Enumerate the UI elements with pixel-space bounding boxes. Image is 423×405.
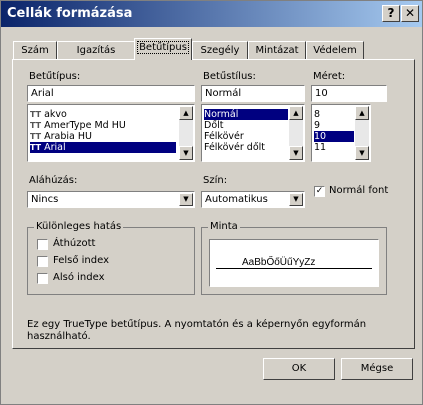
size-list-scrollbar[interactable]: ▲ ▼: [355, 106, 369, 160]
font-list-item[interactable]: TT AmerType Md HU: [30, 120, 176, 131]
preview-title: Minta: [208, 221, 240, 232]
font-list-item[interactable]: TT akvo: [30, 109, 176, 120]
size-label: Méret:: [313, 71, 346, 82]
size-list[interactable]: 8 9 10 11 ▲ ▼: [311, 104, 371, 162]
close-button[interactable]: ✕: [401, 5, 419, 22]
font-input[interactable]: Arial: [27, 85, 195, 102]
color-select[interactable]: Automatikus ▼: [201, 191, 305, 208]
font-label: Betűtípus:: [29, 71, 81, 82]
style-list[interactable]: Normál Dőlt Félkövér Félkövér dőlt ▲ ▼: [201, 104, 305, 162]
underline-value: Nincs: [31, 194, 59, 205]
font-list-item-selected[interactable]: TT Arial: [30, 142, 176, 153]
scroll-up-icon[interactable]: ▲: [179, 106, 193, 120]
ok-button[interactable]: OK: [263, 358, 335, 380]
font-list[interactable]: TT akvo TT AmerType Md HU TT Arabia HU TT Ar…: [27, 104, 195, 162]
preview-text: AaBbŐőÜűYyZz: [238, 257, 320, 268]
style-label: Betűstílus:: [203, 71, 256, 82]
tab-protection[interactable]: Védelem: [306, 41, 364, 59]
title-bar[interactable]: Cellák formázása ? ✕: [1, 1, 422, 27]
font-list-scrollbar[interactable]: ▲ ▼: [179, 106, 193, 160]
size-list-item[interactable]: 11: [314, 142, 354, 153]
size-input[interactable]: 10: [311, 85, 387, 102]
color-label: Szín:: [203, 175, 228, 186]
style-list-item-selected[interactable]: Normál: [204, 109, 288, 120]
normal-font-checkbox[interactable]: ✓: [314, 186, 325, 197]
style-input[interactable]: Normál: [201, 85, 305, 102]
help-button[interactable]: ?: [382, 5, 400, 22]
tab-number[interactable]: Szám: [13, 41, 57, 59]
font-list-item[interactable]: TT Arabia HU: [30, 131, 176, 142]
format-cells-dialog: Cellák formázása ? ✕ Szám Igazítás Betűt…: [0, 0, 423, 405]
chevron-down-icon[interactable]: ▼: [289, 193, 303, 206]
normal-font-label[interactable]: Normál font: [329, 185, 388, 196]
subscript-label[interactable]: Alsó index: [53, 272, 104, 283]
preview-baseline: [216, 268, 372, 269]
tab-border[interactable]: Szegély: [192, 41, 248, 59]
tab-patterns[interactable]: Mintázat: [248, 41, 306, 59]
window-title: Cellák formázása: [7, 6, 133, 21]
underline-select[interactable]: Nincs ▼: [27, 191, 195, 208]
scroll-down-icon[interactable]: ▼: [289, 146, 303, 160]
strikethrough-checkbox[interactable]: [37, 239, 48, 250]
effects-title: Különleges hatás: [34, 221, 124, 232]
preview-box: AaBbŐőÜűYyZz: [209, 239, 379, 287]
scroll-up-icon[interactable]: ▲: [289, 106, 303, 120]
subscript-checkbox[interactable]: [37, 273, 48, 284]
style-list-item[interactable]: Félkövér dőlt: [204, 142, 288, 153]
truetype-icon: TT: [30, 110, 42, 119]
color-value: Automatikus: [205, 194, 268, 205]
scroll-down-icon[interactable]: ▼: [355, 146, 369, 160]
truetype-icon: TT: [30, 132, 42, 141]
tab-strip: Szám Igazítás Betűtípus Szegély Mintázat…: [13, 38, 413, 60]
size-list-item-selected[interactable]: 10: [314, 131, 354, 142]
style-list-item[interactable]: Félkövér: [204, 131, 288, 142]
scroll-up-icon[interactable]: ▲: [355, 106, 369, 120]
style-list-item[interactable]: Dőlt: [204, 120, 288, 131]
style-list-scrollbar[interactable]: ▲ ▼: [289, 106, 303, 160]
cancel-button[interactable]: Mégse: [341, 358, 413, 380]
superscript-checkbox[interactable]: [37, 256, 48, 267]
underline-label: Aláhúzás:: [29, 175, 78, 186]
strikethrough-label[interactable]: Áthúzott: [53, 238, 95, 249]
truetype-icon: TT: [30, 143, 42, 152]
size-list-item[interactable]: 8: [314, 109, 354, 120]
size-list-item[interactable]: 9: [314, 120, 354, 131]
superscript-label[interactable]: Felső index: [53, 255, 109, 266]
tab-font[interactable]: Betűtípus: [134, 38, 192, 60]
truetype-icon: TT: [30, 121, 42, 130]
scroll-down-icon[interactable]: ▼: [179, 146, 193, 160]
font-description: Ez egy TrueType betűtípus. A nyomtatón é…: [27, 319, 367, 342]
tab-alignment[interactable]: Igazítás: [57, 41, 135, 59]
chevron-down-icon[interactable]: ▼: [179, 193, 193, 206]
